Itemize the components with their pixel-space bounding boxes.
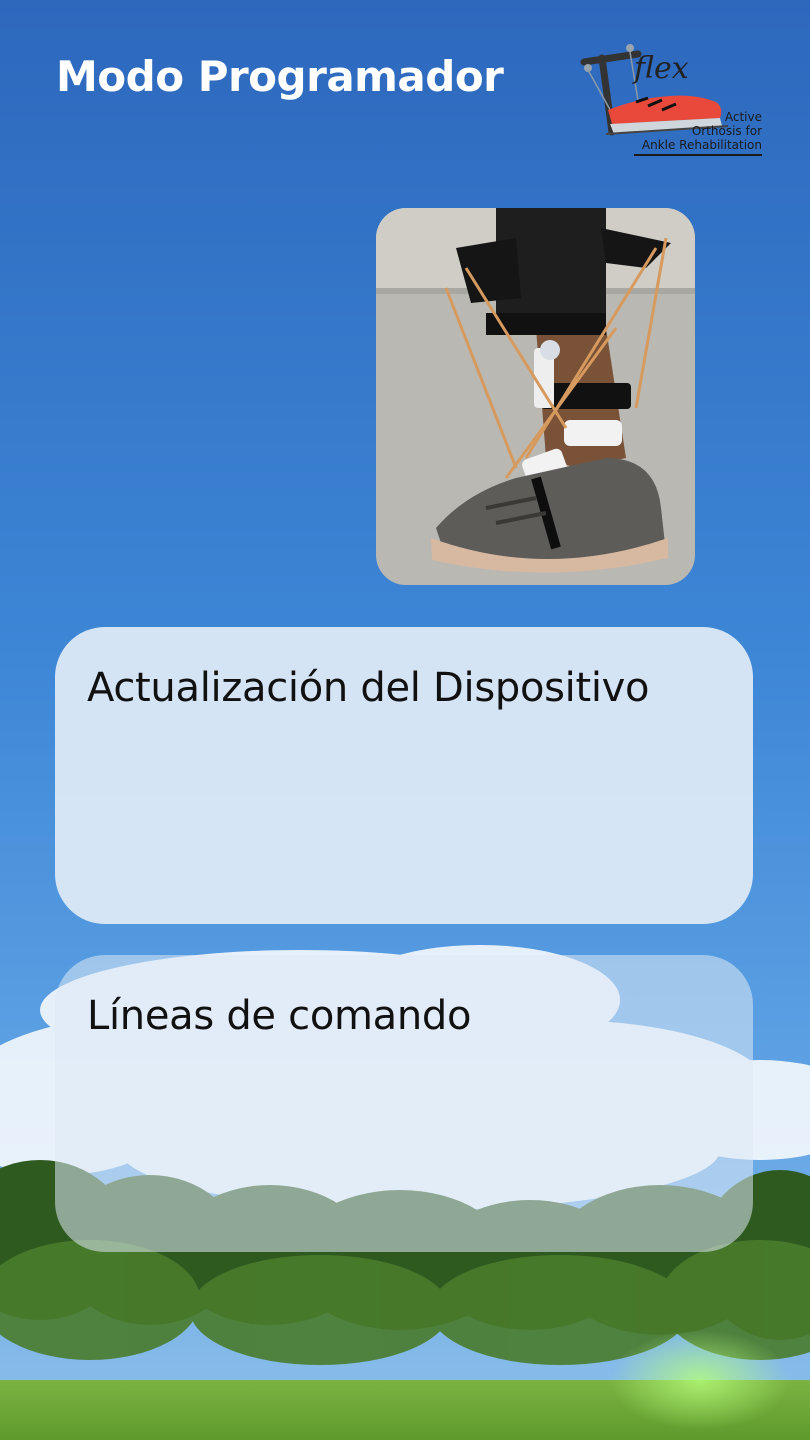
logo-caption-line-3: Ankle Rehabilitation [641, 138, 762, 152]
device-update-card[interactable]: Actualización del Dispositivo [55, 627, 753, 924]
ankle-orthosis-photo [376, 208, 695, 585]
command-lines-card[interactable]: Líneas de comando [55, 955, 753, 1252]
page-title: Modo Programador [56, 52, 504, 101]
svg-text:flex: flex [632, 51, 689, 86]
ankle-orthosis-illustration [376, 208, 695, 585]
logo-caption-line-2: Orthosis for [691, 124, 762, 138]
device-update-label: Actualización del Dispositivo [87, 665, 650, 711]
command-lines-label: Líneas de comando [87, 993, 472, 1039]
logo-underline [634, 154, 762, 156]
logo-caption-line-1: Active [724, 110, 762, 124]
logo-caption: Active Orthosis for Ankle Rehabilitation [622, 110, 762, 152]
